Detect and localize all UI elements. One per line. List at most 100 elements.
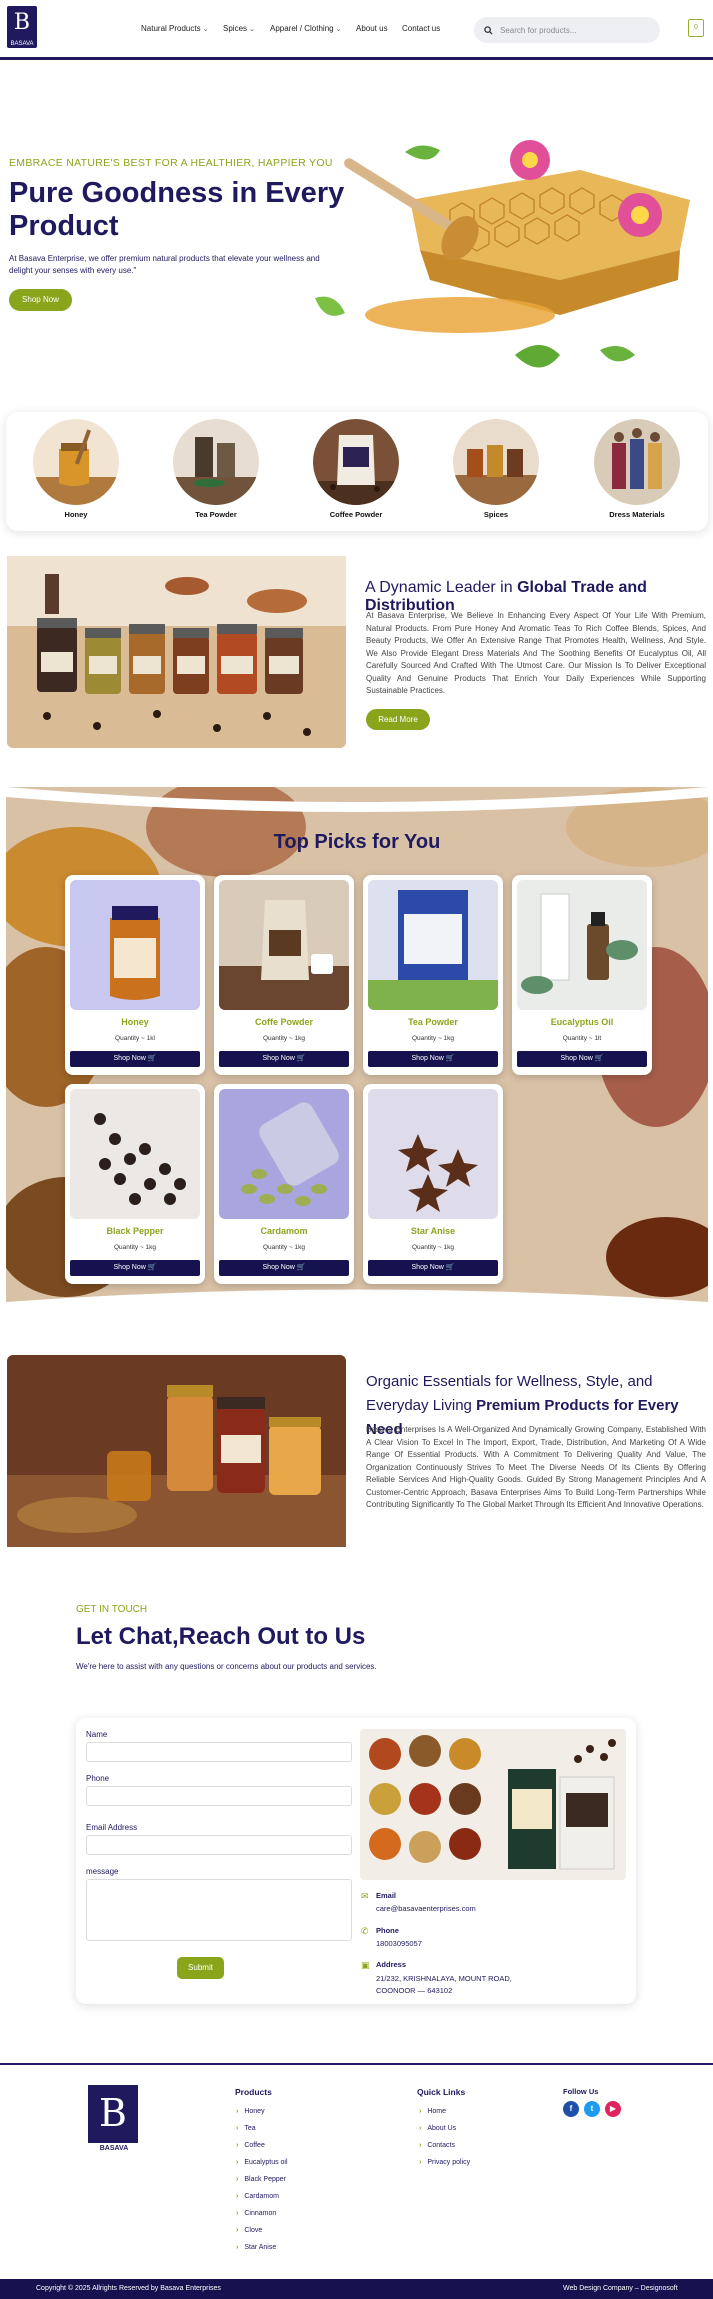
- address-line-2: COONOOR — 643102: [376, 1986, 453, 1995]
- message-textarea[interactable]: [86, 1879, 352, 1941]
- footer-link-label: Privacy policy: [427, 2159, 471, 2166]
- footer-link-home[interactable]: › Home: [419, 2108, 446, 2115]
- search-icon: [484, 25, 493, 35]
- footer-link-label: Tea: [244, 2125, 256, 2132]
- category-spices[interactable]: Spices: [453, 419, 539, 519]
- nav-natural-products[interactable]: Natural Products ⌄: [141, 24, 208, 33]
- chevron-right-icon: ›: [419, 2108, 422, 2115]
- footer-logo[interactable]: B BASAVA: [88, 2085, 140, 2155]
- product-quantity: Quantity ~ 1kg: [411, 1244, 455, 1251]
- email-label: Email Address: [86, 1823, 138, 1832]
- product-quantity: Quantity ~ 1kg: [262, 1035, 306, 1042]
- product-image: [368, 1089, 498, 1219]
- nav-contact-us[interactable]: Contact us: [402, 24, 440, 33]
- address-icon: ▣: [361, 1960, 370, 1970]
- footer-link-star-anise[interactable]: › Star Anise: [236, 2244, 276, 2251]
- cart-icon: 🛒: [594, 1055, 604, 1062]
- twitter-icon[interactable]: t: [584, 2101, 600, 2117]
- footer-link-privacy-policy[interactable]: › Privacy policy: [419, 2159, 470, 2166]
- email-field[interactable]: [86, 1835, 352, 1855]
- footer-link-label: Contacts: [427, 2142, 455, 2149]
- logo-letter: B: [13, 10, 31, 35]
- cart-icon[interactable]: 0: [688, 19, 704, 37]
- cart-icon: 🛒: [147, 1055, 157, 1062]
- product-name: Tea Powder: [408, 1017, 458, 1027]
- contact-eyebrow: GET IN TOUCH: [76, 1604, 148, 1615]
- chevron-right-icon: ›: [419, 2142, 422, 2149]
- contact-subtitle: We're here to assist with any questions …: [76, 1662, 377, 1671]
- top-picks-title: Top Picks for You: [273, 831, 441, 853]
- facebook-icon[interactable]: f: [563, 2101, 579, 2117]
- footer-link-label: About Us: [427, 2125, 457, 2132]
- category-image: [33, 419, 119, 505]
- footer-link-coffee[interactable]: › Coffee: [236, 2142, 265, 2149]
- footer-link-black-pepper[interactable]: › Black Pepper: [236, 2176, 286, 2183]
- shop-now-button[interactable]: Shop Now 🛒: [368, 1051, 498, 1067]
- chevron-right-icon: ›: [236, 2159, 239, 2166]
- brand-logo[interactable]: B BASAVA: [7, 6, 37, 48]
- hero-shop-now-button[interactable]: Shop Now: [9, 289, 72, 311]
- product-image: [368, 880, 498, 1010]
- phone-label: Phone: [86, 1774, 110, 1783]
- chevron-right-icon: ›: [236, 2210, 239, 2217]
- search-input[interactable]: Search for products...: [474, 17, 660, 43]
- chevron-right-icon: ›: [419, 2159, 422, 2166]
- cart-icon: 🛒: [445, 1055, 455, 1062]
- category-tea-powder[interactable]: Tea Powder: [173, 419, 259, 519]
- category-label: Spices: [483, 510, 509, 519]
- chevron-right-icon: ›: [236, 2244, 239, 2251]
- shop-now-button[interactable]: Shop Now 🛒: [219, 1260, 349, 1276]
- product-image: [219, 1089, 349, 1219]
- shop-now-button[interactable]: Shop Now 🛒: [70, 1260, 200, 1276]
- footer-link-cinnamon[interactable]: › Cinnamon: [236, 2210, 276, 2217]
- footer-link-label: Cardamom: [244, 2193, 279, 2200]
- chevron-right-icon: ›: [236, 2193, 239, 2200]
- phone-info-value[interactable]: 18003095057: [376, 1938, 422, 1950]
- read-more-button[interactable]: Read More: [366, 709, 430, 730]
- email-info-value[interactable]: care@basavaenterprises.com: [376, 1903, 476, 1915]
- footer-link-clove[interactable]: › Clove: [236, 2227, 262, 2234]
- chevron-right-icon: ›: [236, 2125, 239, 2132]
- footer-link-tea[interactable]: › Tea: [236, 2125, 256, 2132]
- premium-text: Basava Enterprises Is A Well-Organized A…: [366, 1425, 706, 1509]
- spice-jars-image: [7, 556, 346, 748]
- shop-now-button[interactable]: Shop Now 🛒: [368, 1260, 498, 1276]
- footer-link-label: Coffee: [244, 2142, 265, 2149]
- name-label: Name: [86, 1730, 108, 1739]
- category-coffee-powder[interactable]: Coffee Powder: [313, 419, 399, 519]
- footer-link-eucalyptus-oil[interactable]: › Eucalyptus oil: [236, 2159, 288, 2166]
- nav-label: Natural Products: [141, 24, 201, 33]
- shop-now-button[interactable]: Shop Now 🛒: [219, 1051, 349, 1067]
- nav-about-us[interactable]: About us: [356, 24, 388, 33]
- shop-now-button[interactable]: Shop Now 🛒: [70, 1051, 200, 1067]
- shop-now-button[interactable]: Shop Now 🛒: [517, 1051, 647, 1067]
- designer-credit[interactable]: Web Design Company – Designosoft: [563, 2285, 678, 2292]
- cart-count: 0: [694, 24, 698, 31]
- product-card-black-pepper: Black Pepper Quantity ~ 1kg Shop Now 🛒: [65, 1084, 205, 1284]
- youtube-icon[interactable]: ▶: [605, 2101, 621, 2117]
- product-name: Coffe Powder: [254, 1017, 313, 1027]
- nav-spices[interactable]: Spices ⌄: [223, 24, 255, 33]
- footer-link-cardamom[interactable]: › Cardamom: [236, 2193, 279, 2200]
- product-quantity: Quantity ~ 1kl: [115, 1035, 155, 1042]
- submit-button[interactable]: Submit: [177, 1957, 224, 1979]
- footer-link-label: Eucalyptus oil: [244, 2159, 288, 2166]
- chevron-right-icon: ›: [236, 2108, 239, 2115]
- about-heading-light: A Dynamic Leader in: [365, 579, 518, 596]
- phone-field[interactable]: [86, 1786, 352, 1806]
- product-name: Honey: [121, 1017, 149, 1027]
- name-field[interactable]: [86, 1742, 352, 1762]
- nav-apparel[interactable]: Apparel / Clothing ⌄: [270, 24, 341, 33]
- top-picks-section: Top Picks for You Honey Quantity ~ 1kl S…: [6, 787, 708, 1317]
- chevron-down-icon: ⌄: [249, 25, 255, 33]
- category-honey[interactable]: Honey: [33, 419, 119, 519]
- search-placeholder: Search for products...: [500, 25, 577, 35]
- footer-link-contacts[interactable]: › Contacts: [419, 2142, 455, 2149]
- footer-follow-title: Follow Us: [563, 2087, 599, 2096]
- footer-link-honey[interactable]: › Honey: [236, 2108, 265, 2115]
- copyright-text: Copyright © 2025 Allrights Reserved by B…: [36, 2285, 221, 2292]
- product-name: Eucalyptus Oil: [550, 1017, 614, 1027]
- footer-link-about-us[interactable]: › About Us: [419, 2125, 456, 2132]
- category-dress-materials[interactable]: Dress Materials: [594, 419, 680, 519]
- shop-label: Shop Now: [411, 1055, 444, 1062]
